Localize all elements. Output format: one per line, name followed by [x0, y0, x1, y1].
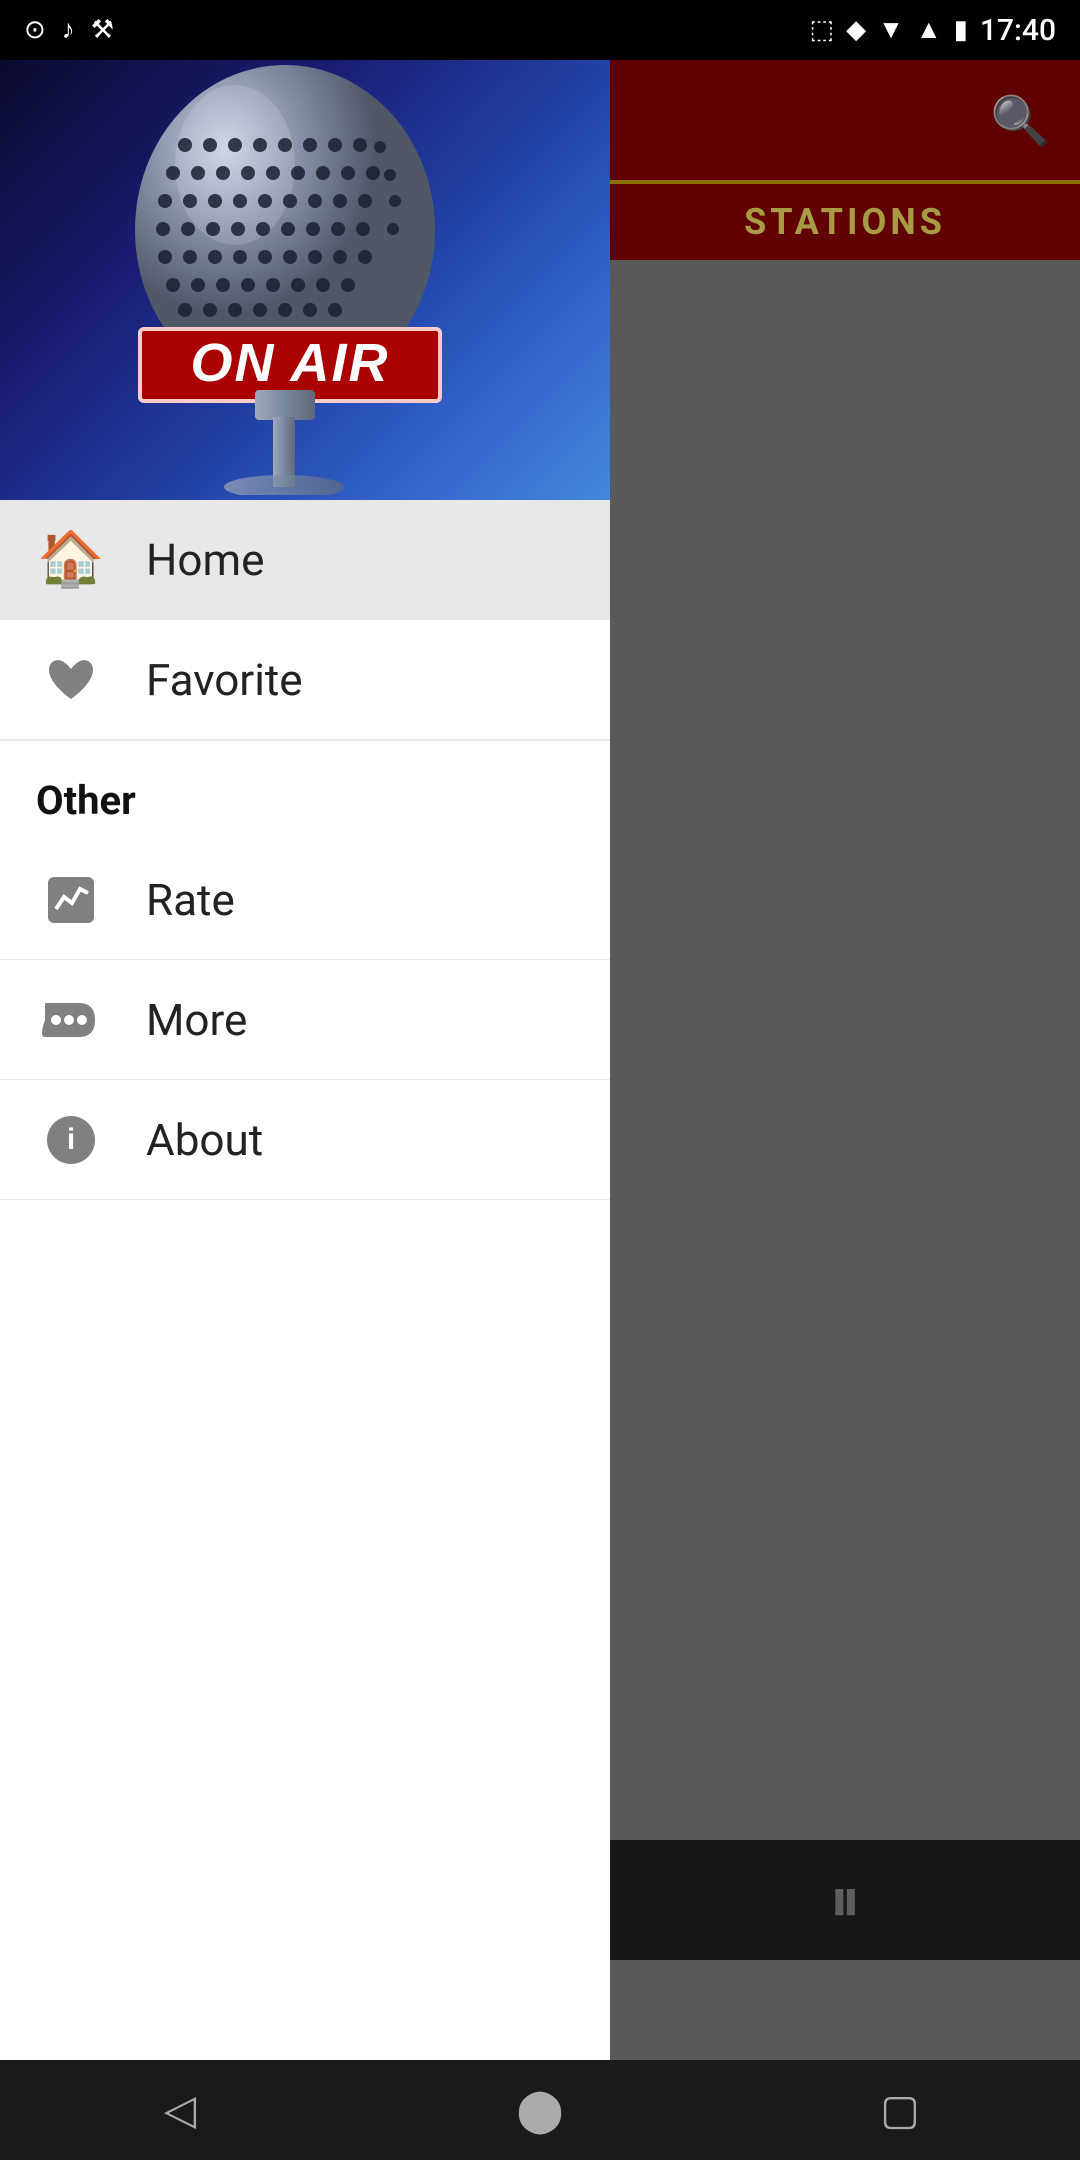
hero-banner: ON AIR: [0, 60, 610, 500]
menu-item-home[interactable]: 🏠 Home: [0, 500, 610, 620]
music-icon: ♪: [62, 17, 75, 43]
home-icon: 🏠: [36, 525, 106, 595]
status-icons-left: ⊙ ♪ ⚒: [24, 17, 114, 43]
more-label: More: [146, 994, 247, 1046]
status-bar: ⊙ ♪ ⚒ ⬚ ◆ ▼ ▲ ▮ 17:40: [0, 0, 1080, 60]
more-icon: [36, 985, 106, 1055]
camera-icon: ⊙: [24, 17, 46, 43]
tool-icon: ⚒: [91, 17, 114, 43]
microphone-svg: ON AIR: [55, 65, 555, 495]
wifi-icon: ▼: [878, 17, 904, 43]
menu-section: 🏠 Home Favorite Other: [0, 500, 610, 2060]
menu-item-more[interactable]: More: [0, 960, 610, 1080]
navigation-drawer: ON AIR 🏠 Home: [0, 60, 610, 2060]
rate-icon: [36, 865, 106, 935]
svg-text:i: i: [67, 1123, 75, 1156]
info-icon: i: [36, 1105, 106, 1175]
favorite-label: Favorite: [146, 654, 303, 706]
status-icons-right: ⬚ ◆ ▼ ▲ ▮ 17:40: [810, 13, 1056, 48]
drawer-overlay[interactable]: [610, 60, 1080, 2060]
cast-icon: ⬚: [810, 17, 835, 43]
menu-item-favorite[interactable]: Favorite: [0, 620, 610, 740]
menu-item-about[interactable]: i About: [0, 1080, 610, 1200]
back-button[interactable]: ◁: [140, 2070, 220, 2150]
home-button[interactable]: ⬤: [500, 2070, 580, 2150]
status-time: 17:40: [980, 13, 1056, 48]
svg-text:ON AIR: ON AIR: [191, 333, 390, 393]
mic-illustration: ON AIR: [0, 60, 610, 500]
network-icon: ▲: [916, 17, 942, 43]
battery-icon: ▮: [954, 17, 968, 43]
about-label: About: [146, 1114, 263, 1166]
heart-icon: [36, 645, 106, 715]
signal-icon: ◆: [846, 17, 866, 43]
main-layout: ON AIR 🏠 Home: [0, 60, 1080, 2060]
bottom-navigation: ◁ ⬤ ▢: [0, 2060, 1080, 2160]
menu-item-rate[interactable]: Rate: [0, 840, 610, 960]
rate-label: Rate: [146, 874, 235, 926]
section-other-header: Other: [0, 740, 610, 840]
recents-button[interactable]: ▢: [860, 2070, 940, 2150]
home-label: Home: [146, 534, 264, 586]
